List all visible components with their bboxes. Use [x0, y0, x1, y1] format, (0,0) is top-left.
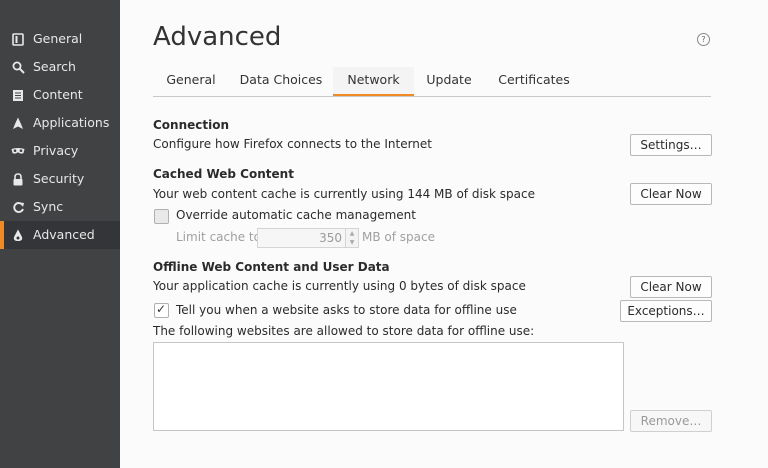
sidebar-item-label: Applications: [33, 115, 110, 130]
exceptions-button[interactable]: Exceptions…: [620, 300, 712, 322]
help-icon[interactable]: ?: [697, 33, 710, 46]
offline-heading: Offline Web Content and User Data: [153, 260, 390, 274]
sidebar-item-label: Content: [33, 87, 83, 102]
tab-bar: General Data Choices Network Update Cert…: [153, 67, 711, 97]
applications-icon: [11, 116, 25, 130]
sidebar-item-search[interactable]: Search: [0, 53, 120, 81]
sidebar-item-label: Sync: [33, 199, 64, 214]
advanced-icon: [11, 228, 25, 242]
tab-update[interactable]: Update: [414, 67, 484, 95]
page-title: Advanced: [153, 22, 282, 52]
sidebar-item-general[interactable]: General: [0, 25, 120, 53]
remove-button[interactable]: Remove…: [630, 410, 712, 432]
sidebar-item-label: Privacy: [33, 143, 79, 158]
limit-cache-label: Limit cache to: [176, 230, 261, 244]
sidebar-item-label: Advanced: [33, 227, 95, 242]
offline-sites-label: The following websites are allowed to st…: [153, 324, 535, 338]
tell-offline-label: Tell you when a website asks to store da…: [176, 303, 517, 317]
tab-data-choices[interactable]: Data Choices: [229, 67, 333, 95]
lock-icon: [11, 172, 25, 186]
sidebar-item-privacy[interactable]: Privacy: [0, 137, 120, 165]
sidebar-item-security[interactable]: Security: [0, 165, 120, 193]
sidebar-item-label: Search: [33, 59, 76, 74]
tab-general[interactable]: General: [153, 67, 229, 95]
cache-description: Your web content cache is currently usin…: [153, 187, 536, 201]
tell-offline-checkbox[interactable]: [154, 302, 169, 318]
override-cache-label: Override automatic cache management: [176, 208, 416, 222]
main-panel: Advanced ? General Data Choices Network …: [120, 0, 768, 468]
connection-description: Configure how Firefox connects to the In…: [153, 137, 432, 151]
cache-limit-spinner[interactable]: ▲ ▼: [345, 228, 359, 248]
sync-icon: [11, 200, 25, 214]
cache-limit-input[interactable]: 350: [257, 228, 347, 248]
cache-clear-now-button[interactable]: Clear Now: [630, 183, 712, 205]
search-icon: [11, 60, 25, 74]
sidebar-item-label: General: [33, 31, 83, 46]
content-icon: [11, 88, 25, 102]
offline-sites-list[interactable]: [153, 342, 624, 431]
sidebar: General Search Content Applications Priv…: [0, 0, 120, 468]
sidebar-item-content[interactable]: Content: [0, 81, 120, 109]
tab-certificates[interactable]: Certificates: [484, 67, 584, 95]
offline-clear-now-button[interactable]: Clear Now: [630, 276, 712, 298]
privacy-icon: [11, 144, 25, 158]
connection-heading: Connection: [153, 118, 230, 132]
sidebar-item-label: Security: [33, 171, 85, 186]
sidebar-item-advanced[interactable]: Advanced: [0, 221, 120, 249]
general-icon: [11, 32, 25, 46]
sidebar-item-applications[interactable]: Applications: [0, 109, 120, 137]
sidebar-item-sync[interactable]: Sync: [0, 193, 120, 221]
override-cache-checkbox[interactable]: [154, 209, 169, 224]
cache-heading: Cached Web Content: [153, 167, 294, 181]
tab-network[interactable]: Network: [333, 67, 414, 96]
connection-settings-button[interactable]: Settings…: [630, 134, 712, 156]
cache-limit-unit: MB of space: [362, 230, 435, 244]
offline-description: Your application cache is currently usin…: [153, 279, 526, 293]
